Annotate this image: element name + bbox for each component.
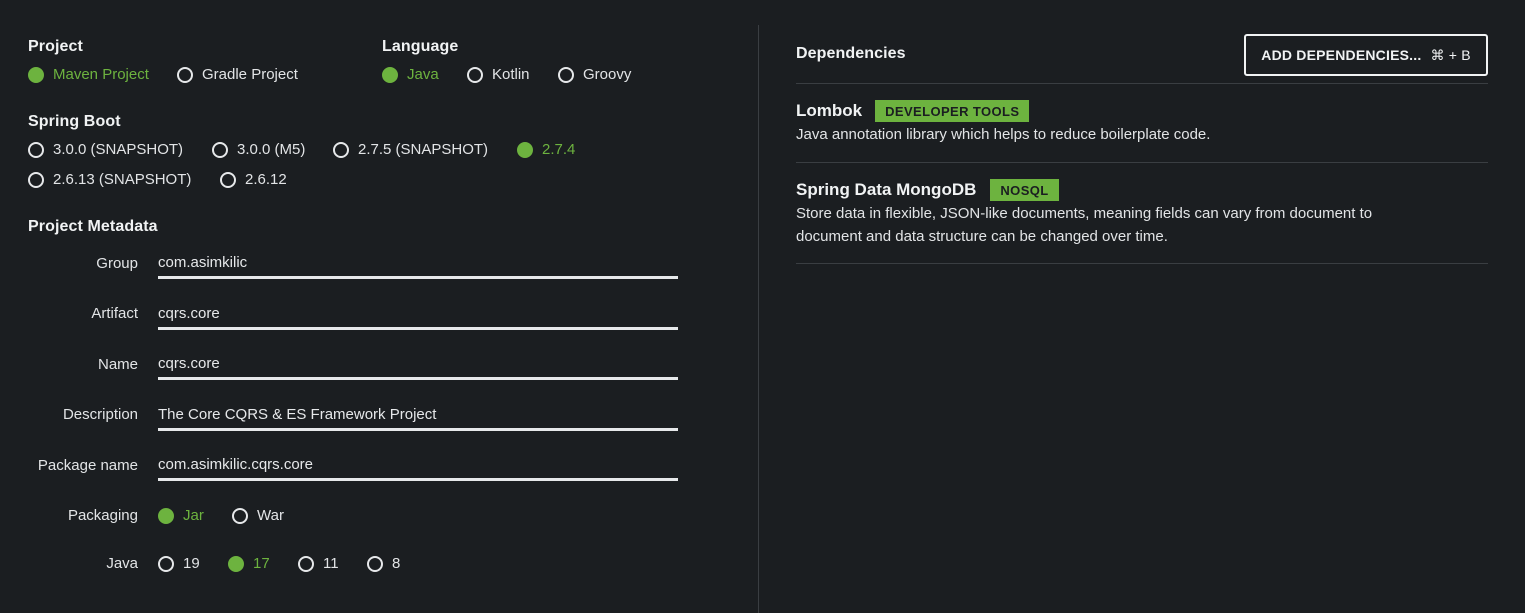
radio-unselected-icon bbox=[220, 171, 236, 188]
radio-unselected-icon bbox=[467, 66, 483, 83]
radio-label: 3.0.0 (M5) bbox=[237, 141, 306, 158]
add-dependencies-label: ADD DEPENDENCIES... bbox=[1261, 47, 1422, 63]
radio-label: 11 bbox=[323, 555, 339, 572]
radio-java-19[interactable]: 19 bbox=[158, 555, 200, 572]
dependency-divider bbox=[796, 162, 1488, 163]
dependency-item-spring-data-mongodb: Spring Data MongoDB NOSQL bbox=[796, 179, 1059, 201]
radio-gradle-project[interactable]: Gradle Project bbox=[177, 66, 298, 83]
group-label: Group bbox=[96, 255, 138, 272]
radio-packaging-jar[interactable]: Jar bbox=[158, 507, 204, 524]
artifact-label: Artifact bbox=[91, 305, 138, 322]
packaging-label: Packaging bbox=[67, 507, 138, 524]
description-field[interactable]: The Core CQRS & ES Framework Project bbox=[158, 406, 678, 431]
name-label: Name bbox=[97, 356, 138, 373]
radio-unselected-icon bbox=[333, 141, 349, 158]
radio-unselected-icon bbox=[177, 66, 193, 83]
spring-boot-title: Spring Boot bbox=[28, 113, 121, 130]
radio-java-8[interactable]: 8 bbox=[367, 555, 400, 572]
radio-label: Kotlin bbox=[492, 66, 530, 83]
radio-selected-icon bbox=[382, 66, 398, 83]
radio-label: Jar bbox=[183, 507, 204, 524]
radio-label: 2.7.5 (SNAPSHOT) bbox=[358, 141, 489, 158]
radio-unselected-icon bbox=[367, 555, 383, 572]
description-label: Description bbox=[62, 406, 138, 423]
keyboard-shortcut: ⌘ + B bbox=[1430, 46, 1471, 63]
dependency-description: Java annotation library which helps to r… bbox=[796, 126, 1211, 143]
radio-kotlin[interactable]: Kotlin bbox=[467, 66, 530, 83]
radio-boot-3.0.0-m5[interactable]: 3.0.0 (M5) bbox=[212, 141, 305, 158]
language-title: Language bbox=[382, 38, 459, 55]
project-title: Project bbox=[28, 38, 83, 55]
radio-selected-icon bbox=[228, 555, 244, 572]
radio-label: War bbox=[257, 507, 284, 524]
dependencies-title: Dependencies bbox=[796, 45, 906, 62]
package-name-field[interactable]: com.asimkilic.cqrs.core bbox=[158, 456, 678, 481]
radio-unselected-icon bbox=[298, 555, 314, 572]
radio-label: Groovy bbox=[583, 66, 632, 83]
add-dependencies-button[interactable]: ADD DEPENDENCIES... ⌘ + B bbox=[1244, 34, 1488, 76]
radio-label: 3.0.0 (SNAPSHOT) bbox=[53, 141, 184, 158]
category-badge: NOSQL bbox=[990, 179, 1059, 201]
radio-selected-icon bbox=[158, 507, 174, 524]
radio-maven-project[interactable]: Maven Project bbox=[28, 66, 149, 83]
dependencies-header-divider bbox=[796, 83, 1488, 84]
radio-unselected-icon bbox=[212, 141, 228, 158]
dependency-divider bbox=[796, 263, 1488, 264]
radio-boot-2.6.12[interactable]: 2.6.12 bbox=[220, 171, 287, 188]
radio-selected-icon bbox=[517, 141, 533, 158]
radio-unselected-icon bbox=[28, 171, 44, 188]
radio-unselected-icon bbox=[232, 507, 248, 524]
radio-label: 8 bbox=[392, 555, 401, 572]
radio-unselected-icon bbox=[558, 66, 574, 83]
radio-java-17[interactable]: 17 bbox=[228, 555, 270, 572]
java-label: Java bbox=[106, 555, 138, 572]
dependency-name: Spring Data MongoDB bbox=[796, 180, 977, 199]
name-field[interactable]: cqrs.core bbox=[158, 355, 678, 380]
dependency-name: Lombok bbox=[796, 101, 863, 120]
project-metadata-title: Project Metadata bbox=[28, 218, 158, 235]
group-field[interactable]: com.asimkilic bbox=[158, 254, 678, 279]
radio-selected-icon bbox=[28, 66, 44, 83]
radio-boot-2.6.13-snapshot[interactable]: 2.6.13 (SNAPSHOT) bbox=[28, 171, 191, 188]
radio-label: 2.7.4 bbox=[542, 141, 576, 158]
artifact-field[interactable]: cqrs.core bbox=[158, 305, 678, 330]
radio-label: Java bbox=[407, 66, 439, 83]
radio-java-11[interactable]: 11 bbox=[298, 555, 339, 572]
radio-boot-2.7.4[interactable]: 2.7.4 bbox=[517, 141, 575, 158]
dependency-description: Store data in flexible, JSON-like docume… bbox=[796, 205, 1373, 245]
radio-label: 2.6.12 bbox=[245, 171, 287, 188]
radio-groovy[interactable]: Groovy bbox=[558, 66, 631, 83]
column-divider bbox=[758, 25, 759, 613]
radio-packaging-war[interactable]: War bbox=[232, 507, 284, 524]
radio-label: 19 bbox=[183, 555, 200, 572]
radio-unselected-icon bbox=[158, 555, 174, 572]
radio-boot-3.0.0-snapshot[interactable]: 3.0.0 (SNAPSHOT) bbox=[28, 141, 183, 158]
radio-label: Maven Project bbox=[53, 66, 149, 83]
package-name-label: Package name bbox=[37, 457, 138, 474]
category-badge: DEVELOPER TOOLS bbox=[875, 100, 1030, 122]
dependency-item-lombok: Lombok DEVELOPER TOOLS bbox=[796, 100, 1030, 122]
radio-unselected-icon bbox=[28, 141, 44, 158]
radio-boot-2.7.5-snapshot[interactable]: 2.7.5 (SNAPSHOT) bbox=[333, 141, 488, 158]
radio-label: 17 bbox=[253, 555, 270, 572]
radio-label: 2.6.13 (SNAPSHOT) bbox=[53, 171, 192, 188]
radio-java-language[interactable]: Java bbox=[382, 66, 439, 83]
radio-label: Gradle Project bbox=[202, 66, 298, 83]
